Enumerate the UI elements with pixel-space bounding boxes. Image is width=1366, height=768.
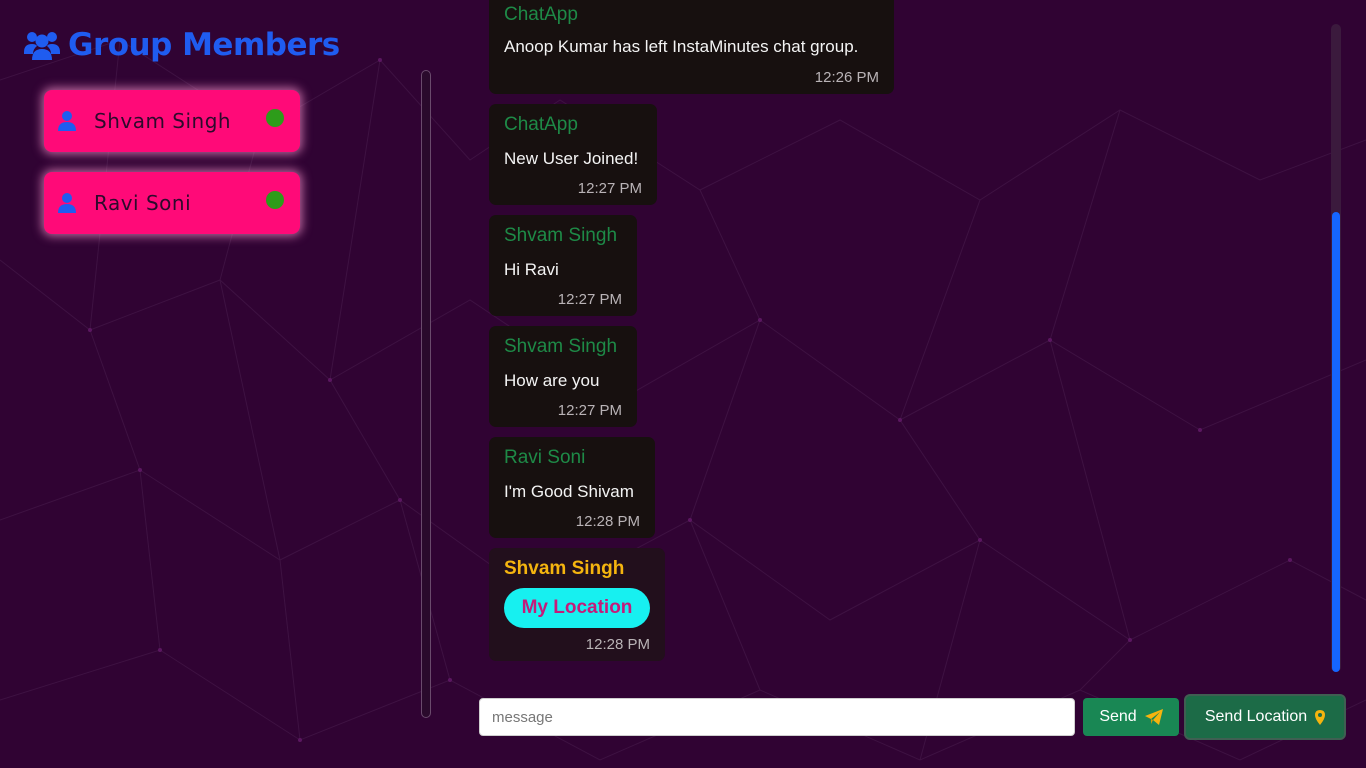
message-time: 12:28 PM — [575, 513, 640, 530]
message-sender: ChatApp — [504, 114, 578, 135]
message-text: How are you — [504, 371, 600, 390]
send-location-button[interactable]: Send Location — [1184, 694, 1346, 740]
message-bubble-own: Shvam Singh My Location 12:28 PM — [489, 548, 665, 661]
message-time: 12:27 PM — [557, 291, 622, 308]
send-button[interactable]: Send — [1083, 698, 1179, 736]
user-icon — [58, 111, 76, 131]
sidebar-scrollbar[interactable] — [421, 70, 431, 718]
online-status-dot — [266, 191, 284, 209]
user-icon — [58, 193, 76, 213]
chat-scrollbar[interactable] — [1331, 24, 1341, 672]
message-bubble: ChatApp Anoop Kumar has left InstaMinute… — [489, 0, 894, 94]
sidebar-title: Group Members — [68, 27, 340, 63]
message-sender: ChatApp — [504, 4, 578, 25]
chat-messages: ChatApp Anoop Kumar has left InstaMinute… — [489, 0, 1329, 680]
online-status-dot — [266, 109, 284, 127]
message-time: 12:27 PM — [557, 402, 622, 419]
message-bubble: Ravi Soni I'm Good Shivam 12:28 PM — [489, 437, 655, 538]
message-text: New User Joined! — [504, 149, 639, 168]
users-icon — [24, 30, 60, 60]
member-name: Shvam Singh — [94, 109, 232, 133]
group-members-header: Group Members — [24, 24, 340, 66]
message-bubble: Shvam Singh How are you 12:27 PM — [489, 326, 637, 427]
message-sender: Shvam Singh — [504, 336, 618, 357]
chat-scrollbar-thumb[interactable] — [1332, 212, 1340, 672]
member-card-shvam-singh[interactable]: Shvam Singh — [44, 90, 300, 152]
message-sender: Shvam Singh — [504, 225, 618, 246]
member-card-ravi-soni[interactable]: Ravi Soni — [44, 172, 300, 234]
message-text: Anoop Kumar has left InstaMinutes chat g… — [504, 37, 859, 56]
my-location-link[interactable]: My Location — [504, 588, 650, 628]
paper-plane-icon — [1144, 709, 1163, 725]
message-time: 12:28 PM — [585, 636, 650, 653]
message-text: Hi Ravi — [504, 260, 559, 279]
map-marker-icon — [1315, 709, 1326, 725]
member-name: Ravi Soni — [94, 191, 192, 215]
message-bubble: Shvam Singh Hi Ravi 12:27 PM — [489, 215, 637, 316]
message-time: 12:27 PM — [577, 180, 642, 197]
send-location-label: Send Location — [1204, 708, 1308, 725]
message-text: I'm Good Shivam — [504, 482, 634, 501]
message-sender: Shvam Singh — [504, 558, 625, 579]
message-input[interactable] — [479, 698, 1075, 736]
send-label: Send — [1099, 708, 1137, 725]
message-time: 12:26 PM — [814, 69, 879, 86]
message-bubble: ChatApp New User Joined! 12:27 PM — [489, 104, 657, 205]
message-sender: Ravi Soni — [504, 447, 586, 468]
